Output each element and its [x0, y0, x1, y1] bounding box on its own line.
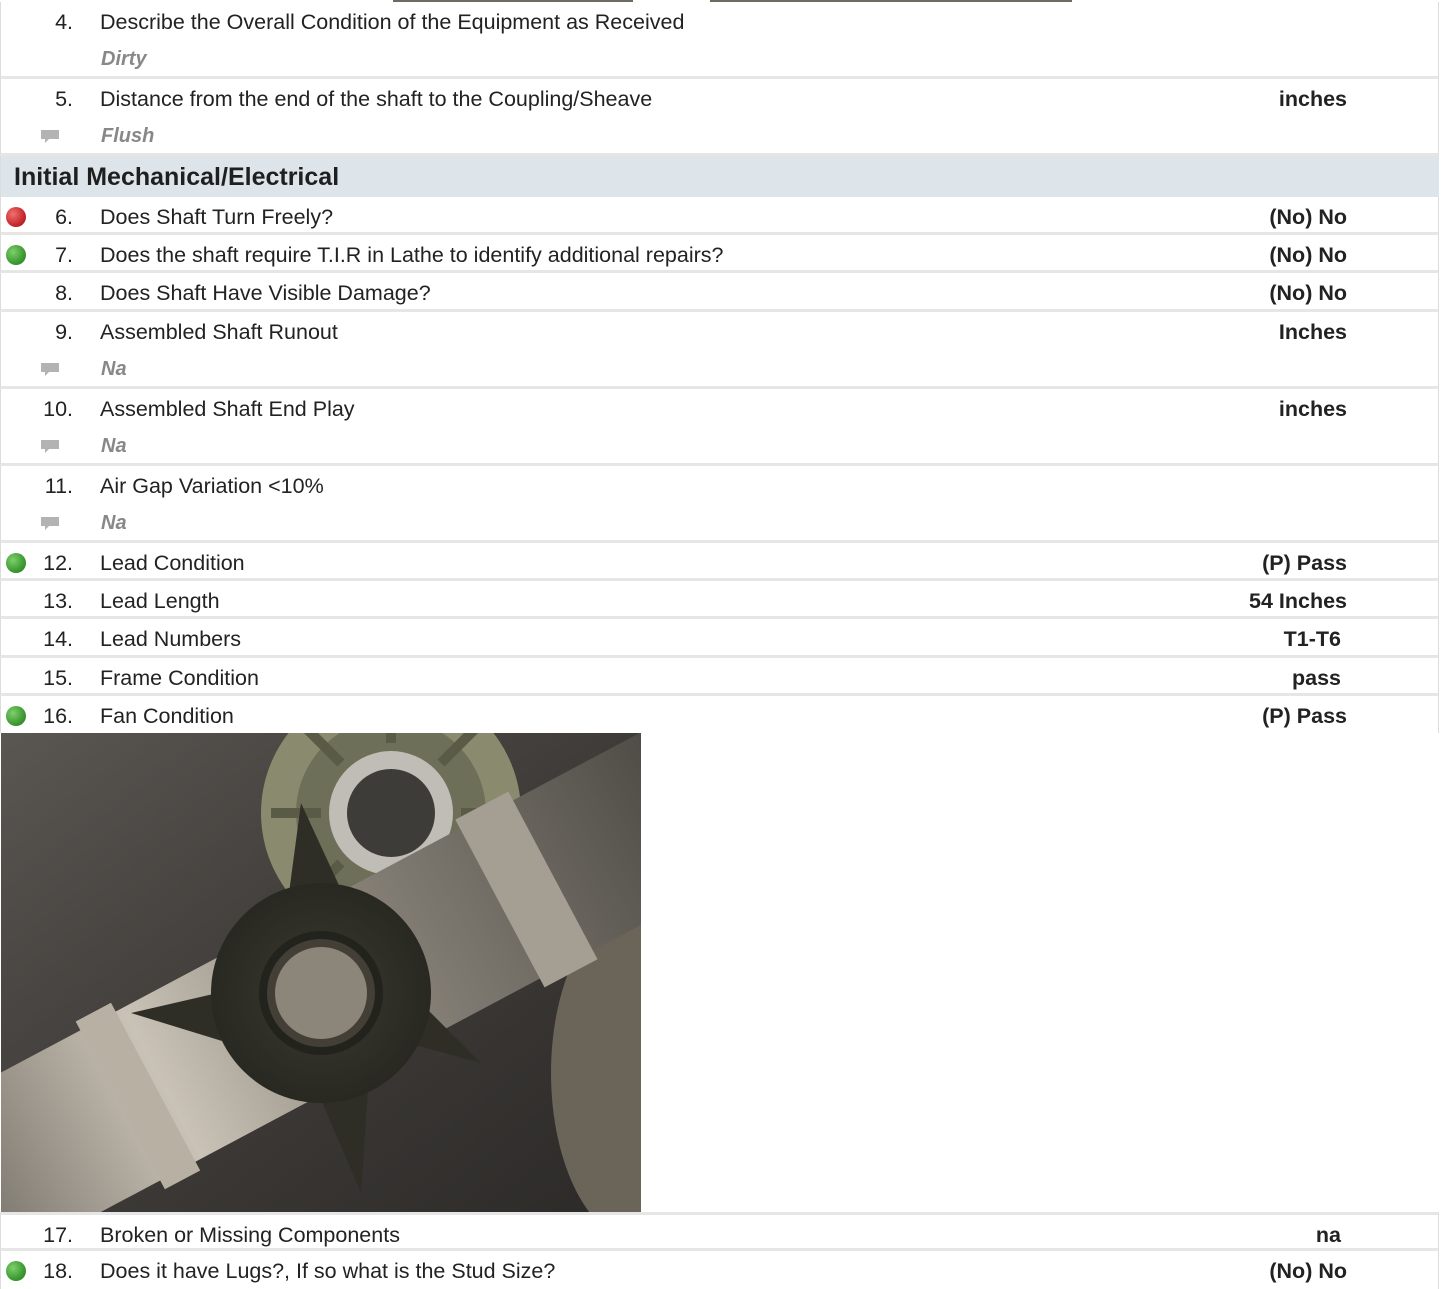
item-number: 14. [43, 627, 73, 651]
checklist-item: 10. Assembled Shaft End Play inches Na [0, 389, 1439, 466]
item-question: Broken or Missing Components [100, 1223, 400, 1247]
item-number: 8. [55, 281, 73, 305]
item-question: Frame Condition [100, 666, 259, 690]
item-value: pass [1291, 666, 1341, 690]
checklist-item: 6. Does Shaft Turn Freely? (No) No [0, 197, 1439, 235]
item-value: (P) Pass [1262, 551, 1347, 575]
checklist-item: 4. Describe the Overall Condition of the… [0, 2, 1439, 79]
status-red-icon [6, 207, 26, 227]
item-note: Dirty [101, 48, 147, 70]
item-value: inches [1278, 87, 1347, 111]
status-green-icon [6, 553, 26, 573]
status-green-icon [6, 245, 26, 265]
item-value: T1-T6 [1283, 627, 1341, 651]
item-number: 17. [43, 1223, 73, 1247]
item-number: 7. [55, 243, 73, 267]
item-value: (No) No [1269, 205, 1347, 229]
comment-icon[interactable] [40, 439, 60, 455]
comment-icon[interactable] [40, 516, 60, 532]
item-question: Does Shaft Have Visible Damage? [100, 281, 431, 305]
item-question: Assembled Shaft End Play [100, 397, 355, 421]
item-value: (P) Pass [1262, 704, 1347, 728]
item-value: na [1315, 1223, 1341, 1247]
item-number: 9. [55, 320, 73, 344]
item-value: 54 Inches [1249, 589, 1347, 613]
item-question: Does it have Lugs?, If so what is the St… [100, 1259, 556, 1283]
checklist-item: 14. Lead Numbers T1-T6 [0, 619, 1439, 658]
item-question: Does Shaft Turn Freely? [100, 205, 334, 229]
item-note: Na [101, 358, 127, 380]
section-header: Initial Mechanical/Electrical [0, 156, 1439, 197]
item-number: 11. [44, 474, 73, 498]
fan-condition-photo[interactable] [1, 733, 641, 1212]
item-note: Na [101, 435, 127, 457]
status-green-icon [6, 706, 26, 726]
item-note: Flush [101, 125, 155, 147]
item-question: Fan Condition [100, 704, 234, 728]
checklist-item: 7. Does the shaft require T.I.R in Lathe… [0, 235, 1439, 273]
item-value: inches [1278, 397, 1347, 421]
item-value: (No) No [1269, 1259, 1347, 1283]
item-value: (No) No [1269, 243, 1347, 267]
checklist-item: 8. Does Shaft Have Visible Damage? (No) … [0, 273, 1439, 312]
item-number: 6. [55, 205, 73, 229]
item-number: 5. [55, 87, 73, 111]
item-number: 13. [43, 589, 73, 613]
checklist-item: 12. Lead Condition (P) Pass [0, 543, 1439, 581]
checklist-item: 9. Assembled Shaft Runout Inches Na [0, 312, 1439, 389]
item-number: 12. [43, 551, 73, 575]
item-number: 16. [43, 704, 73, 728]
item-value: Inches [1278, 320, 1347, 344]
item-number: 10. [43, 397, 73, 421]
checklist-item: 16. Fan Condition (P) Pass [0, 696, 1439, 733]
checklist-item: 18. Does it have Lugs?, If so what is th… [0, 1251, 1439, 1289]
item-number: 4. [55, 10, 73, 34]
item-question: Describe the Overall Condition of the Eq… [100, 10, 685, 34]
item-question: Distance from the end of the shaft to th… [100, 87, 653, 111]
checklist-item: 11. Air Gap Variation <10% Na [0, 466, 1439, 543]
item-question: Air Gap Variation <10% [100, 474, 324, 498]
comment-icon[interactable] [40, 129, 60, 145]
checklist-item: 5. Distance from the end of the shaft to… [0, 79, 1439, 156]
item-question: Does the shaft require T.I.R in Lathe to… [100, 243, 724, 267]
checklist-item: 13. Lead Length 54 Inches [0, 581, 1439, 619]
comment-icon[interactable] [40, 362, 60, 378]
item-question: Lead Length [100, 589, 220, 613]
item-number: 18. [43, 1259, 73, 1283]
item-question: Assembled Shaft Runout [100, 320, 338, 344]
status-green-icon [6, 1261, 26, 1281]
photo-image [1, 733, 641, 1212]
checklist-item: 15. Frame Condition pass [0, 658, 1439, 696]
checklist-item: 17. Broken or Missing Components na [0, 1212, 1439, 1251]
item-question: Lead Numbers [100, 627, 242, 651]
item-number: 15. [43, 666, 73, 690]
section-title: Initial Mechanical/Electrical [14, 163, 340, 191]
item-note: Na [101, 512, 127, 534]
item-question: Lead Condition [100, 551, 245, 575]
item-value: (No) No [1269, 281, 1347, 305]
